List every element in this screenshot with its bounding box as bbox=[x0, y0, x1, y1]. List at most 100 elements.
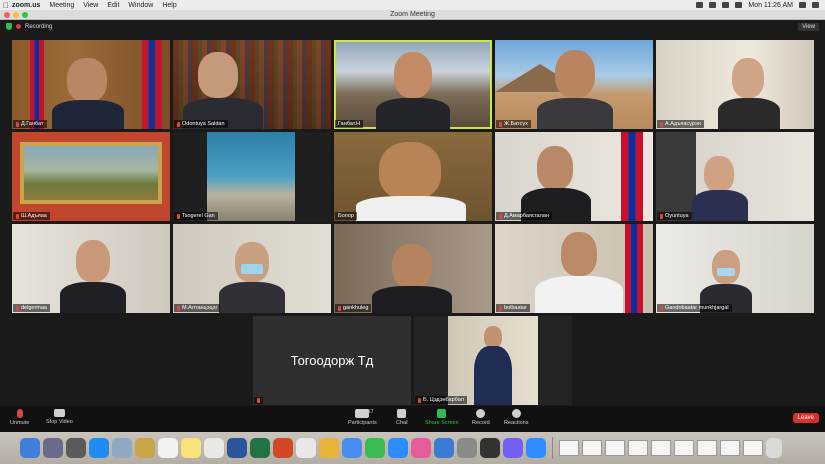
mac-menubar:  zoom.us Meeting View Edit Window Help … bbox=[0, 0, 825, 10]
battery-icon[interactable] bbox=[735, 2, 743, 8]
person-head bbox=[537, 146, 573, 190]
participant-tile[interactable]: bolbaatar bbox=[495, 224, 653, 313]
muted-mic-icon bbox=[499, 305, 502, 311]
stickies-icon[interactable] bbox=[181, 438, 201, 458]
person-body bbox=[219, 282, 285, 313]
participant-tile[interactable]: Ш.Адъяаа bbox=[12, 132, 170, 221]
participant-tile[interactable]: А.Адъяасүрэн bbox=[656, 40, 814, 129]
participant-tile[interactable]: Oyuntuya bbox=[656, 132, 814, 221]
person-body bbox=[692, 190, 748, 221]
muted-mic-icon bbox=[257, 398, 260, 403]
notes-brown-icon[interactable] bbox=[135, 438, 155, 458]
stop-video-button[interactable]: Stop Video bbox=[46, 409, 73, 425]
recent-file-thumbnail[interactable] bbox=[582, 440, 602, 456]
safari-icon[interactable] bbox=[89, 438, 109, 458]
menu-view[interactable]: View bbox=[83, 2, 98, 9]
participant-tile[interactable]: Болор bbox=[334, 132, 492, 221]
recent-file-thumbnail[interactable] bbox=[720, 440, 740, 456]
participant-name-label: bolbaatar bbox=[496, 304, 530, 312]
search-icon[interactable] bbox=[799, 2, 806, 8]
seascape-image bbox=[207, 132, 295, 221]
minimize-window-button[interactable] bbox=[13, 12, 19, 18]
person-body bbox=[372, 286, 452, 313]
chat-label: Chat bbox=[396, 420, 408, 426]
wifi-icon[interactable] bbox=[709, 2, 717, 8]
muted-mic-icon bbox=[16, 121, 19, 127]
leave-button[interactable]: Leave bbox=[792, 413, 819, 423]
window-titlebar: Zoom Meeting bbox=[0, 10, 825, 20]
participant-tile-no-video[interactable]: Тогоодорж Тд bbox=[253, 316, 411, 405]
menu-meeting[interactable]: Meeting bbox=[49, 2, 74, 9]
participant-name: А.Адъяасүрэн bbox=[665, 121, 701, 127]
participant-tile[interactable]: Tsogerel Gan bbox=[173, 132, 331, 221]
terminal-icon[interactable] bbox=[480, 438, 500, 458]
excel-icon[interactable] bbox=[250, 438, 270, 458]
apple-icon[interactable]:  bbox=[0, 1, 12, 10]
muted-mic-icon bbox=[499, 121, 502, 127]
reactions-button[interactable]: Reactions bbox=[504, 409, 528, 426]
participant-tile[interactable]: Ж.Батсүх bbox=[495, 40, 653, 129]
control-center-icon[interactable] bbox=[812, 2, 819, 8]
participant-tile[interactable]: Д.Ганбат bbox=[12, 40, 170, 129]
menu-edit[interactable]: Edit bbox=[107, 2, 119, 9]
photos-icon[interactable] bbox=[319, 438, 339, 458]
participant-tile-active-speaker[interactable]: Ганбат.Н bbox=[334, 40, 492, 129]
participant-tile[interactable]: delgermaa bbox=[12, 224, 170, 313]
participant-tile[interactable]: Gandnbaatar munkhjargal bbox=[656, 224, 814, 313]
painting-frame-decor bbox=[20, 142, 162, 204]
recent-file-thumbnail[interactable] bbox=[559, 440, 579, 456]
participant-tile[interactable]: Д.Амарбаясгалан bbox=[495, 132, 653, 221]
messages-icon[interactable] bbox=[365, 438, 385, 458]
menubar-clock[interactable]: Mon 11:26 AM bbox=[748, 2, 793, 9]
menu-window[interactable]: Window bbox=[128, 2, 153, 9]
viber-icon[interactable] bbox=[503, 438, 523, 458]
person-head bbox=[198, 52, 238, 98]
menu-app[interactable]: zoom.us bbox=[12, 2, 40, 9]
recent-file-thumbnail[interactable] bbox=[651, 440, 671, 456]
participant-name-label: Oyuntuya bbox=[657, 212, 692, 220]
zoom-icon[interactable] bbox=[388, 438, 408, 458]
recording-indicator[interactable]: Recording bbox=[6, 23, 52, 30]
music-icon[interactable] bbox=[411, 438, 431, 458]
launchpad-icon[interactable] bbox=[66, 438, 86, 458]
finder-icon[interactable] bbox=[20, 438, 40, 458]
muted-mic-icon bbox=[177, 213, 180, 219]
view-button[interactable]: View bbox=[798, 23, 819, 31]
participant-name-label: Odontuya Saldan bbox=[174, 120, 228, 128]
muted-mic-icon bbox=[16, 213, 19, 219]
calendar-icon[interactable] bbox=[158, 438, 178, 458]
zoom-status-icon[interactable] bbox=[696, 2, 704, 8]
recent-file-thumbnail[interactable] bbox=[605, 440, 625, 456]
encryption-shield-icon[interactable] bbox=[6, 23, 12, 30]
close-window-button[interactable] bbox=[4, 12, 10, 18]
photo-app-icon[interactable] bbox=[112, 438, 132, 458]
recent-file-thumbnail[interactable] bbox=[628, 440, 648, 456]
chat-button[interactable]: Chat bbox=[396, 409, 408, 426]
menu-help[interactable]: Help bbox=[162, 2, 176, 9]
volume-icon[interactable] bbox=[722, 2, 730, 8]
reminders-icon[interactable] bbox=[204, 438, 224, 458]
app-store-icon[interactable] bbox=[434, 438, 454, 458]
participant-tile[interactable]: gankhuleg bbox=[334, 224, 492, 313]
recent-file-thumbnail[interactable] bbox=[697, 440, 717, 456]
recent-file-thumbnail[interactable] bbox=[674, 440, 694, 456]
zoom-window-button[interactable] bbox=[22, 12, 28, 18]
face-mask-decor bbox=[717, 268, 735, 276]
recent-file-thumbnail[interactable] bbox=[743, 440, 763, 456]
unmute-button[interactable]: Unmute bbox=[10, 409, 29, 426]
powerpoint-icon[interactable] bbox=[273, 438, 293, 458]
zoom-running-icon[interactable] bbox=[526, 438, 546, 458]
record-button[interactable]: Record bbox=[472, 409, 490, 426]
trash-icon[interactable] bbox=[766, 438, 782, 458]
participant-tile[interactable]: М.Алтанцэцэг bbox=[173, 224, 331, 313]
share-screen-button[interactable]: Share Screen bbox=[425, 409, 459, 426]
person-body bbox=[718, 98, 780, 129]
word-icon[interactable] bbox=[227, 438, 247, 458]
chrome-icon[interactable] bbox=[342, 438, 362, 458]
participant-tile[interactable]: Odontuya Saldan bbox=[173, 40, 331, 129]
maps-icon[interactable] bbox=[296, 438, 316, 458]
system-preferences-icon[interactable] bbox=[457, 438, 477, 458]
siri-icon[interactable] bbox=[43, 438, 63, 458]
participant-tile[interactable]: Б. Цэдэнбарбал bbox=[414, 316, 572, 405]
recording-label: Recording bbox=[25, 23, 53, 30]
